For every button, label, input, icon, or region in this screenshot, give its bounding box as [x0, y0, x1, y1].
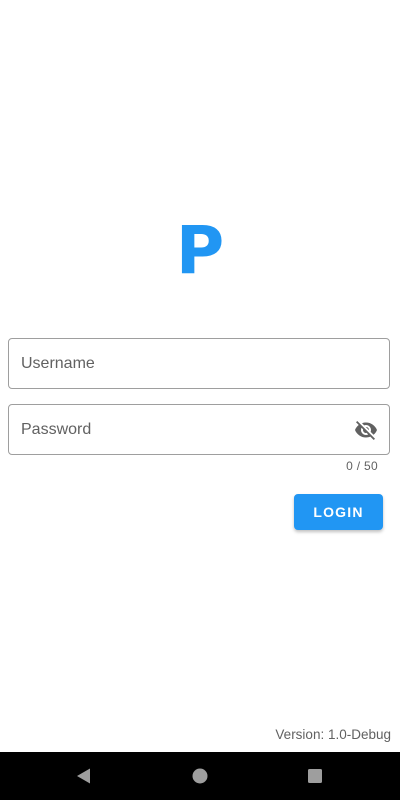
- nav-home-button[interactable]: [185, 761, 215, 791]
- visibility-off-icon: [355, 421, 377, 440]
- system-navigation-bar: [0, 752, 400, 800]
- app-logo: P: [175, 212, 225, 289]
- login-button[interactable]: LOGIN: [294, 494, 383, 530]
- nav-back-button[interactable]: [69, 761, 99, 791]
- toggle-password-visibility-button[interactable]: [349, 413, 383, 447]
- password-field[interactable]: [8, 404, 390, 455]
- version-label: Version: 1.0-Debug: [275, 727, 391, 742]
- password-char-counter: 0 / 50: [346, 459, 378, 473]
- back-triangle-icon: [77, 768, 90, 784]
- username-field[interactable]: [8, 338, 390, 389]
- nav-recents-button[interactable]: [300, 761, 330, 791]
- username-input[interactable]: [9, 339, 389, 388]
- login-screen: P 0 / 50 LOGIN Version: 1.0-Debug: [0, 0, 400, 800]
- home-circle-icon: [192, 768, 208, 784]
- password-input[interactable]: [9, 405, 389, 454]
- recents-square-icon: [308, 769, 322, 783]
